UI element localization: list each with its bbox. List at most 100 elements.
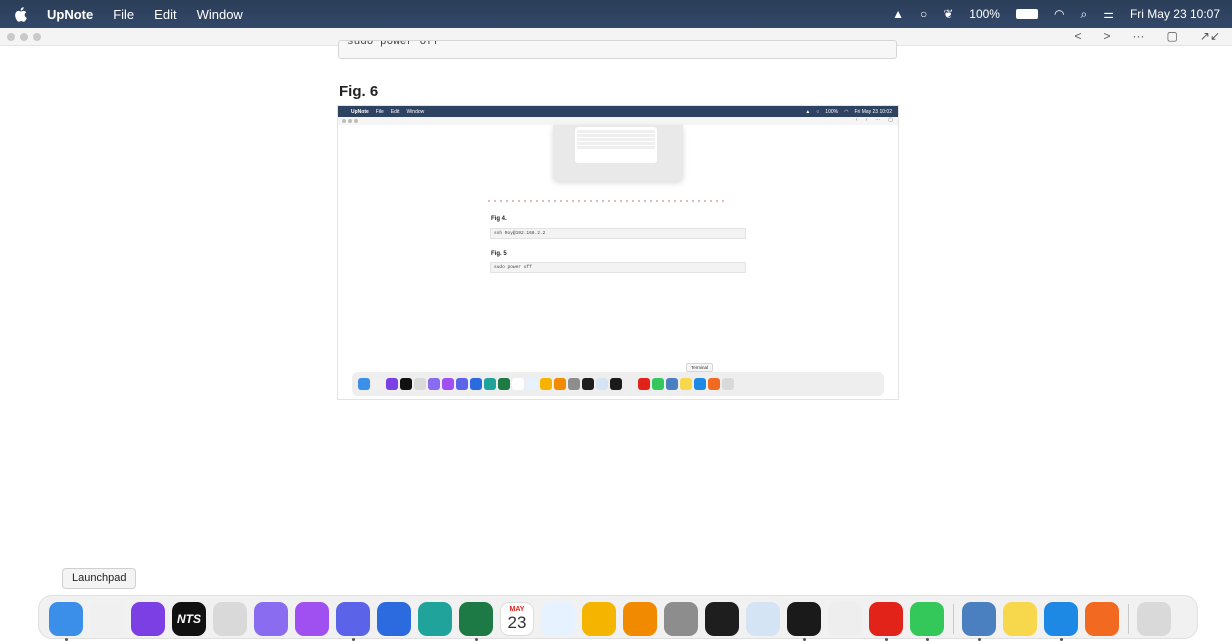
dock-icon-mail[interactable] — [254, 602, 288, 636]
dock-icon-preview[interactable] — [746, 602, 780, 636]
wifi-icon[interactable]: ◠ — [1054, 7, 1064, 21]
mini-close-dot — [342, 119, 346, 123]
dock-icon-calendar[interactable]: MAY 23 — [500, 602, 534, 636]
dock-icon-activity-monitor[interactable] — [705, 602, 739, 636]
mini-vpn-icon: ▲ — [805, 108, 811, 115]
dock-icon-excel[interactable] — [459, 602, 493, 641]
dock-icon-vivaldi[interactable] — [336, 602, 370, 641]
dock-icon-upnote[interactable] — [1085, 602, 1119, 636]
mini-clock: Fri May 23 10:02 — [854, 108, 892, 115]
menu-edit[interactable]: Edit — [154, 7, 176, 22]
mini-code-block-ssh: ssh Roy@192.168.2.2 — [490, 228, 746, 239]
mini-forward-icon: › — [865, 117, 868, 123]
dock-icon-textedit[interactable] — [828, 602, 862, 636]
embedded-screenshot[interactable]: UpNote File Edit Window ▲ ○ 100% ◠ Fri M… — [338, 106, 898, 399]
dock: NTS MAY 23 — [38, 595, 1198, 641]
mini-tooltip: Terminal — [686, 363, 714, 372]
mini-dock-icon — [400, 378, 412, 390]
search-icon[interactable]: ⌕ — [1080, 7, 1087, 22]
dock-icon-freeform[interactable] — [541, 602, 575, 636]
mini-titlebar: ‹ › ··· ▢ — [338, 117, 898, 125]
dock-icon-system-settings[interactable] — [664, 602, 698, 636]
traffic-lights[interactable] — [7, 33, 41, 41]
mini-dialog-row — [577, 146, 655, 149]
dock-icon-vlc[interactable] — [623, 602, 657, 636]
mini-menu-bar: UpNote File Edit Window ▲ ○ 100% ◠ Fri M… — [338, 106, 898, 117]
mini-dock-icon — [442, 378, 454, 390]
mini-dock-icon — [722, 378, 734, 390]
battery-icon[interactable] — [1015, 9, 1038, 19]
mini-dialog-row — [577, 138, 655, 141]
control-center-icon[interactable]: ⚌ — [1103, 7, 1114, 21]
dock-separator — [1128, 604, 1129, 634]
mini-dock-icon — [484, 378, 496, 390]
sync-icon[interactable]: ○ — [920, 7, 927, 21]
mini-zoom-dot — [354, 119, 358, 123]
dock-icon-tor-browser[interactable] — [131, 602, 165, 636]
dock-icon-circle[interactable] — [910, 602, 944, 641]
dock-icon-opera[interactable] — [869, 602, 903, 641]
mini-dialog-preview — [553, 125, 683, 181]
mini-dock-icon — [596, 378, 608, 390]
minimize-button[interactable] — [20, 33, 28, 41]
dock-icon-trash[interactable] — [1137, 602, 1171, 636]
vpn-status-icon[interactable]: ❦ — [943, 7, 953, 21]
mini-menu-window: Window — [406, 108, 425, 115]
dock-icon-proton[interactable] — [377, 602, 411, 636]
back-button[interactable]: < — [1075, 29, 1082, 43]
menu-window[interactable]: Window — [197, 7, 243, 22]
mini-dock-icon — [610, 378, 622, 390]
mini-dialog-panel — [575, 127, 657, 163]
dock-icon-timing[interactable] — [418, 602, 452, 636]
mini-dialog-row — [577, 134, 655, 137]
menu-file[interactable]: File — [113, 7, 134, 22]
apple-icon[interactable] — [14, 6, 27, 22]
dock-icon-screenshot[interactable] — [962, 602, 996, 641]
mini-dock-icon — [428, 378, 440, 390]
window-mode-button[interactable]: ▢ — [1167, 29, 1178, 43]
forward-button[interactable]: > — [1104, 29, 1111, 43]
mini-menu-file: File — [375, 108, 384, 115]
mini-dock-icon — [414, 378, 426, 390]
mini-app-name: UpNote — [351, 108, 369, 115]
collapse-button[interactable]: ↗↙ — [1200, 29, 1220, 43]
dock-icon-notes[interactable] — [1003, 602, 1037, 636]
mini-dock-icon — [680, 378, 692, 390]
dock-icon-craft[interactable] — [295, 602, 329, 636]
nts-logo: NTS — [177, 612, 201, 626]
mini-wifi-icon: ◠ — [844, 108, 849, 115]
zoom-button[interactable] — [33, 33, 41, 41]
dock-icon-safari[interactable] — [1044, 602, 1078, 641]
proton-vpn-icon[interactable]: ▲ — [892, 7, 904, 21]
mini-back-icon: ‹ — [855, 117, 858, 123]
close-button[interactable] — [7, 33, 15, 41]
code-block-power-off[interactable]: sudo power off — [338, 40, 897, 59]
mini-dock-icon — [708, 378, 720, 390]
menubar-clock[interactable]: Fri May 23 10:07 — [1130, 7, 1220, 21]
mini-dialog-row — [577, 142, 655, 145]
mini-dock-icon — [512, 378, 524, 390]
mini-minimize-dot — [348, 119, 352, 123]
menu-bar: UpNote File Edit Window ▲ ○ ❦ 100% ◠ ⌕ ⚌… — [0, 0, 1232, 28]
mini-battery-percentage: 100% — [825, 108, 839, 115]
mini-dock-icon — [638, 378, 650, 390]
dock-tooltip: Launchpad — [62, 568, 137, 589]
app-menu-upnote[interactable]: UpNote — [47, 7, 93, 22]
dock-icon-finder[interactable] — [49, 602, 83, 641]
mini-menu-edit: Edit — [390, 108, 400, 115]
mini-dock — [352, 372, 884, 396]
mini-figure-label: Fig 4. — [491, 216, 507, 222]
mini-dock-icon — [386, 378, 398, 390]
dock-icon-script-editor[interactable] — [213, 602, 247, 636]
dock-icon-nts[interactable]: NTS — [172, 602, 206, 636]
more-button[interactable]: ··· — [1133, 29, 1145, 43]
mini-dock-icon — [470, 378, 482, 390]
mini-code-text: ssh Roy@192.168.2.2 — [494, 231, 546, 236]
dock-icon-terminal[interactable] — [787, 602, 821, 641]
mini-dock-icon — [694, 378, 706, 390]
dock-icon-photos[interactable] — [582, 602, 616, 636]
dock-icon-launchpad[interactable] — [90, 602, 124, 636]
mini-dock-icon — [624, 378, 636, 390]
mini-sync-icon: ○ — [816, 108, 820, 115]
mini-window-icon: ▢ — [888, 117, 893, 123]
